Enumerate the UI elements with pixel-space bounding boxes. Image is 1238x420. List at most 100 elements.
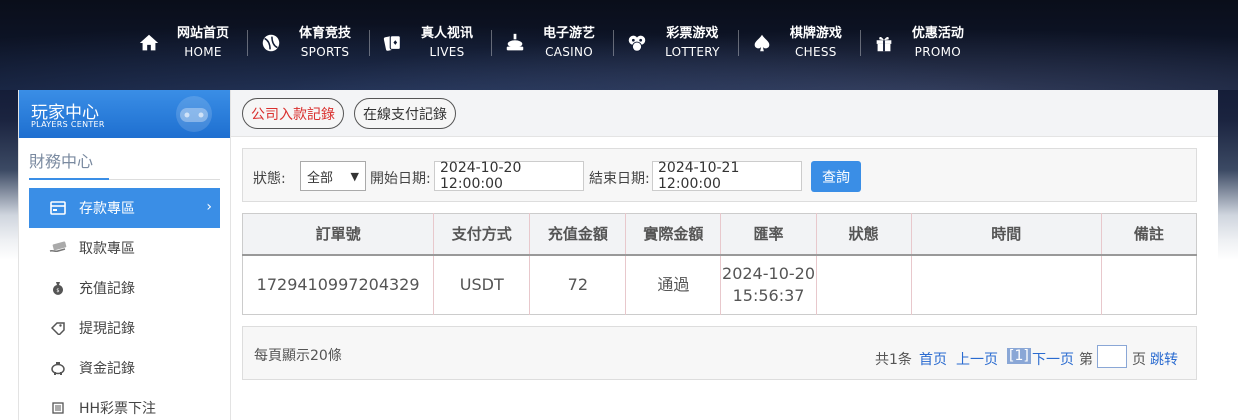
per-page-text: 每頁顯示20條 [254, 348, 342, 364]
col-exchange-rate: 匯率 [720, 213, 817, 256]
piggy-bank-icon [49, 359, 67, 377]
nav-home-label: 网站首页 [177, 26, 230, 41]
lottery-balls-icon [625, 31, 649, 55]
start-date-input[interactable]: 2024-10-20 12:00:00 [434, 160, 584, 192]
nav-lives-label: 真人视讯 [421, 26, 474, 41]
cell-remarks [1101, 255, 1196, 315]
col-payment-method: 支付方式 [433, 213, 531, 256]
gamepad-icon [172, 94, 216, 138]
list-icon [49, 399, 67, 417]
cell-time [911, 254, 1102, 315]
nav-chess-sub: CHESS [794, 45, 837, 59]
nav-promo-label: 优惠活动 [911, 26, 964, 41]
nav-items: 网站首页 HOME 体育竞技 SPORTS 真人视讯 LIVES 电子游艺 CA… [125, 20, 982, 66]
col-status: 狀態 [816, 213, 912, 256]
sidebar-item-label: 提現記錄 [79, 321, 135, 337]
status-select[interactable]: 全部 ▼ [300, 161, 366, 191]
tag-icon [49, 319, 67, 337]
sidebar-item-withdraw-records[interactable]: 提現記錄 [19, 308, 230, 348]
current-page[interactable]: [1] [1007, 348, 1031, 364]
sidebar-item-label: 存款專區 [79, 201, 135, 217]
total-count: 共1条 [875, 352, 912, 368]
nav-casino-sub: CASINO [545, 45, 594, 59]
records-table: 訂單號 支付方式 充值金額 實際金額 匯率 狀態 時間 備註 172941099… [242, 213, 1197, 315]
players-center-subtitle: PLAYERS CENTER [31, 120, 105, 129]
query-button[interactable]: 查詢 [811, 161, 861, 192]
jump-link[interactable]: 跳转 [1150, 349, 1178, 369]
sidebar-item-fund-records[interactable]: 資金記錄 [19, 348, 230, 388]
table-header-row: 訂單號 支付方式 充值金額 實際金額 匯率 狀態 時間 備註 [242, 213, 1197, 256]
filter-bar: 狀態: 全部 ▼ 開始日期: 2024-10-20 12:00:00 結束日期:… [242, 148, 1197, 202]
main-content: 公司入款記錄 在線支付記錄 狀態: 全部 ▼ 開始日期: 2024-10-20 … [231, 90, 1218, 420]
nav-promo[interactable]: 优惠活动 PROMO [859, 20, 982, 66]
sidebar-menu: 存款專區 › 取款專區 $ 充值記錄 提現記錄 資金記錄 HH彩票下注 [19, 188, 230, 420]
status-select-value: 全部 [307, 170, 334, 186]
finance-center-label: 財務中心 [29, 152, 94, 171]
sidebar-item-recharge-records[interactable]: $ 充值記錄 [19, 268, 230, 308]
sidebar-item-label: 取款專區 [79, 241, 135, 257]
col-remarks: 備註 [1101, 213, 1197, 256]
chevron-right-icon: › [206, 199, 212, 215]
svg-text:$: $ [56, 288, 59, 294]
nav-lottery[interactable]: 彩票游戏 LOTTERY [613, 20, 738, 66]
col-time: 時間 [911, 213, 1102, 256]
nav-lives-sub: LIVES [429, 45, 465, 59]
cell-exchange-rate: 2024-10-20 15:56:37 [720, 254, 817, 315]
nav-sports[interactable]: 体育竞技 SPORTS [247, 20, 369, 66]
status-label: 狀態: [253, 171, 286, 187]
finance-center-section: 財務中心 [29, 148, 220, 180]
cell-order-no: 1729410997204329 [242, 254, 435, 315]
nav-chess[interactable]: 棋牌游戏 CHESS [737, 20, 860, 66]
prev-page-link[interactable]: 上一页 [956, 349, 998, 369]
table-row: 1729410997204329 USDT 72 通過 2024-10-20 1… [242, 254, 1197, 315]
nav-casino-label: 电子游艺 [543, 26, 596, 41]
start-date-label: 開始日期: [370, 171, 431, 187]
tab-online-payment[interactable]: 在線支付記錄 [354, 98, 456, 129]
nav-home-sub: HOME [184, 45, 222, 59]
sidebar-item-withdraw[interactable]: 取款專區 [19, 228, 230, 268]
sidebar-item-label: HH彩票下注 [79, 401, 157, 417]
end-date-input[interactable]: 2024-10-21 12:00:00 [652, 160, 802, 192]
slot-icon [503, 31, 527, 55]
money-bag-icon: $ [49, 279, 67, 297]
col-recharge-amount: 充值金額 [529, 213, 627, 256]
first-page-link[interactable]: 首页 [919, 349, 947, 369]
cash-icon [49, 239, 67, 257]
tab-company-deposit[interactable]: 公司入款記錄 [242, 98, 344, 129]
cards-icon [381, 31, 405, 55]
record-tabs: 公司入款記錄 在線支付記錄 [231, 90, 1218, 137]
cell-recharge-amount: 72 [529, 254, 627, 315]
nav-lives[interactable]: 真人视讯 LIVES [369, 20, 491, 66]
wallet-icon [49, 199, 67, 217]
nav-lottery-label: 彩票游戏 [666, 26, 719, 41]
nav-promo-sub: PROMO [914, 45, 961, 59]
ball-icon [259, 31, 283, 55]
gift-icon [872, 31, 896, 55]
col-order-no: 訂單號 [242, 213, 435, 256]
nav-sports-sub: SPORTS [300, 45, 350, 59]
page-prefix: 第 [1079, 352, 1093, 368]
top-nav: 网站首页 HOME 体育竞技 SPORTS 真人视讯 LIVES 电子游艺 CA… [0, 0, 1238, 90]
cell-payment-method: USDT [433, 254, 531, 315]
spade-icon [750, 31, 774, 55]
cell-status [816, 254, 912, 315]
sidebar: 玩家中心 PLAYERS CENTER 財務中心 存款專區 › 取款專區 $ 充… [18, 90, 231, 420]
nav-sports-label: 体育竞技 [299, 26, 352, 41]
sidebar-item-hh-lottery[interactable]: HH彩票下注 [19, 388, 230, 420]
nav-casino[interactable]: 电子游艺 CASINO [491, 20, 613, 66]
nav-home[interactable]: 网站首页 HOME [125, 20, 247, 66]
sidebar-item-label: 充值記錄 [79, 281, 135, 297]
col-actual-amount: 實際金額 [625, 213, 722, 256]
cell-actual-amount: 通過 [625, 254, 722, 315]
nav-chess-label: 棋牌游戏 [789, 26, 842, 41]
end-date-label: 結束日期: [589, 171, 650, 187]
next-page-link[interactable]: 下一页 [1032, 349, 1074, 369]
sidebar-item-deposit[interactable]: 存款專區 › [29, 188, 220, 228]
page-suffix: 页 [1132, 352, 1146, 368]
chevron-down-icon: ▼ [350, 170, 359, 183]
page-number-input[interactable] [1097, 345, 1127, 368]
home-icon [137, 31, 161, 55]
pagination-bar: 每頁顯示20條 共1条 首页 上一页 [1] 下一页 第 页 跳转 [242, 326, 1197, 380]
sidebar-item-label: 資金記錄 [79, 361, 135, 377]
nav-lottery-sub: LOTTERY [665, 45, 720, 59]
